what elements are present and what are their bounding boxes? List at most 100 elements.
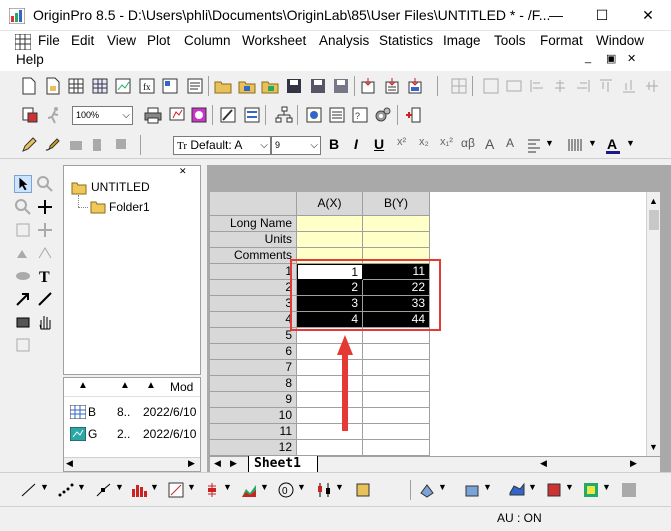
data-cell-b[interactable]	[363, 360, 430, 376]
bold-button[interactable]: B	[329, 136, 339, 152]
sort-up-icon[interactable]: ▲	[146, 380, 156, 391]
chevron-down-icon[interactable]: ▼	[528, 482, 537, 492]
results-icon[interactable]	[328, 106, 346, 124]
refresh-data-icon[interactable]	[67, 136, 85, 154]
menu-plot[interactable]: Plot	[147, 33, 170, 48]
row-header[interactable]: 9	[210, 392, 297, 408]
chevron-down-icon[interactable]: ▼	[602, 482, 611, 492]
sort-up-icon[interactable]: ▲	[78, 380, 88, 391]
row-header[interactable]: 11	[210, 424, 297, 440]
chevron-down-icon[interactable]: ▼	[483, 482, 492, 492]
align-top-icon[interactable]	[597, 77, 615, 95]
multi-panel-icon[interactable]	[167, 481, 185, 499]
sheet-tab[interactable]: Sheet1	[248, 456, 318, 473]
chevron-down-icon[interactable]: ▼	[150, 482, 159, 492]
scroll-left-icon[interactable]: ◀	[540, 458, 547, 469]
new-matrix-icon[interactable]	[91, 77, 109, 95]
polar-plot-icon[interactable]: 0	[277, 481, 295, 499]
underline-button[interactable]: U	[374, 136, 384, 152]
sheet-corner[interactable]	[210, 192, 297, 216]
chevron-down-icon[interactable]: ▼	[187, 482, 196, 492]
open-icon[interactable]	[214, 77, 232, 95]
child-minimize-button[interactable]: _	[585, 52, 591, 64]
mask-points-icon[interactable]	[14, 267, 32, 285]
panel-close-icon[interactable]: ✕	[179, 166, 187, 177]
import-wizard-icon[interactable]	[406, 77, 424, 95]
tree-root-label[interactable]: UNTITLED	[91, 180, 150, 194]
font-size-combo[interactable]: 9 ⌵	[271, 136, 321, 155]
scroll-right-icon[interactable]: ▶	[630, 458, 637, 469]
supersubscript-button[interactable]: x₁²	[440, 136, 453, 148]
line-plot-icon[interactable]	[20, 481, 38, 499]
row-header[interactable]: 12	[210, 440, 297, 456]
minimize-button[interactable]: —	[533, 0, 579, 30]
import-multiple-icon[interactable]	[383, 77, 401, 95]
pencil-icon[interactable]	[20, 136, 38, 154]
horizontal-scrollbar[interactable]: ◀ ▶	[64, 457, 200, 471]
menu-column[interactable]: Column	[184, 33, 231, 48]
chevron-down-icon[interactable]: ▼	[565, 482, 574, 492]
template-library-icon[interactable]	[354, 481, 372, 499]
draw-data-icon[interactable]	[36, 244, 54, 262]
refresh-icon[interactable]	[168, 106, 186, 124]
line-tool-icon[interactable]	[36, 290, 54, 308]
menu-statistics[interactable]: Statistics	[379, 33, 433, 48]
code-builder-icon[interactable]	[219, 106, 237, 124]
chevron-down-icon[interactable]: ▼	[335, 482, 344, 492]
menu-view[interactable]: View	[107, 33, 136, 48]
align-right-icon[interactable]	[574, 77, 592, 95]
column-header-b[interactable]: B(Y)	[363, 192, 430, 216]
results-log-icon[interactable]	[21, 106, 39, 124]
font-name-combo[interactable]: Tr Default: A ⌵	[173, 136, 271, 155]
worksheet-doc-icon[interactable]	[15, 34, 31, 50]
data-cell-b[interactable]	[363, 408, 430, 424]
menu-image[interactable]: Image	[443, 33, 481, 48]
menu-window[interactable]: Window	[596, 33, 644, 48]
new-function-icon[interactable]: fx	[138, 77, 156, 95]
row-header[interactable]: 8	[210, 376, 297, 392]
pattern-icon[interactable]	[567, 136, 585, 154]
rectangle-tool-icon[interactable]	[14, 313, 32, 331]
row-header-units[interactable]: Units	[210, 232, 297, 248]
left-align-icon[interactable]	[526, 136, 544, 154]
chevron-down-icon[interactable]: ▼	[588, 138, 597, 148]
scroll-left-icon[interactable]: ◀	[66, 458, 73, 469]
contour-icon[interactable]	[582, 481, 600, 499]
chevron-down-icon[interactable]: ▼	[438, 482, 447, 492]
menu-help[interactable]: Help	[16, 52, 44, 67]
save-window-icon[interactable]	[309, 77, 327, 95]
menu-worksheet[interactable]: Worksheet	[242, 33, 306, 48]
command-window-icon[interactable]	[243, 106, 261, 124]
import-ascii-icon[interactable]	[359, 77, 377, 95]
3d-surface-icon[interactable]	[508, 481, 526, 499]
chevron-down-icon[interactable]: ▼	[260, 482, 269, 492]
row-header-long-name[interactable]: Long Name	[210, 216, 297, 232]
print-icon[interactable]	[144, 106, 162, 124]
zoom-out-icon[interactable]	[14, 198, 32, 216]
3d-scatter-icon[interactable]	[545, 481, 563, 499]
child-restore-button[interactable]: ▣	[606, 52, 616, 65]
text-tool-icon[interactable]: T	[36, 267, 54, 285]
row-header[interactable]: 6	[210, 344, 297, 360]
screen-reader-icon[interactable]	[14, 221, 32, 239]
save-project-icon[interactable]	[285, 77, 303, 95]
data-selector-icon[interactable]	[14, 244, 32, 262]
chevron-down-icon[interactable]: ▼	[223, 482, 232, 492]
row-header[interactable]: 4	[210, 312, 297, 328]
region-tool-icon[interactable]	[14, 336, 32, 354]
new-project-icon[interactable]	[20, 77, 38, 95]
layer-icon[interactable]	[482, 77, 500, 95]
line-symbol-icon[interactable]	[95, 481, 113, 499]
maximize-button[interactable]: ☐	[579, 0, 625, 30]
scroll-thumb[interactable]	[649, 210, 659, 230]
running-man-icon[interactable]	[45, 106, 63, 124]
row-header[interactable]: 2	[210, 280, 297, 296]
units-cell-a[interactable]	[297, 232, 363, 248]
data-cell-b[interactable]	[363, 424, 430, 440]
script-window-icon[interactable]: ?	[351, 106, 369, 124]
long-name-cell-a[interactable]	[297, 216, 363, 232]
new-notes-icon[interactable]	[186, 77, 204, 95]
vertical-scrollbar[interactable]: ▲ ▼	[646, 192, 660, 456]
row-header-comments[interactable]: Comments	[210, 248, 297, 264]
save-template-icon[interactable]	[332, 77, 350, 95]
